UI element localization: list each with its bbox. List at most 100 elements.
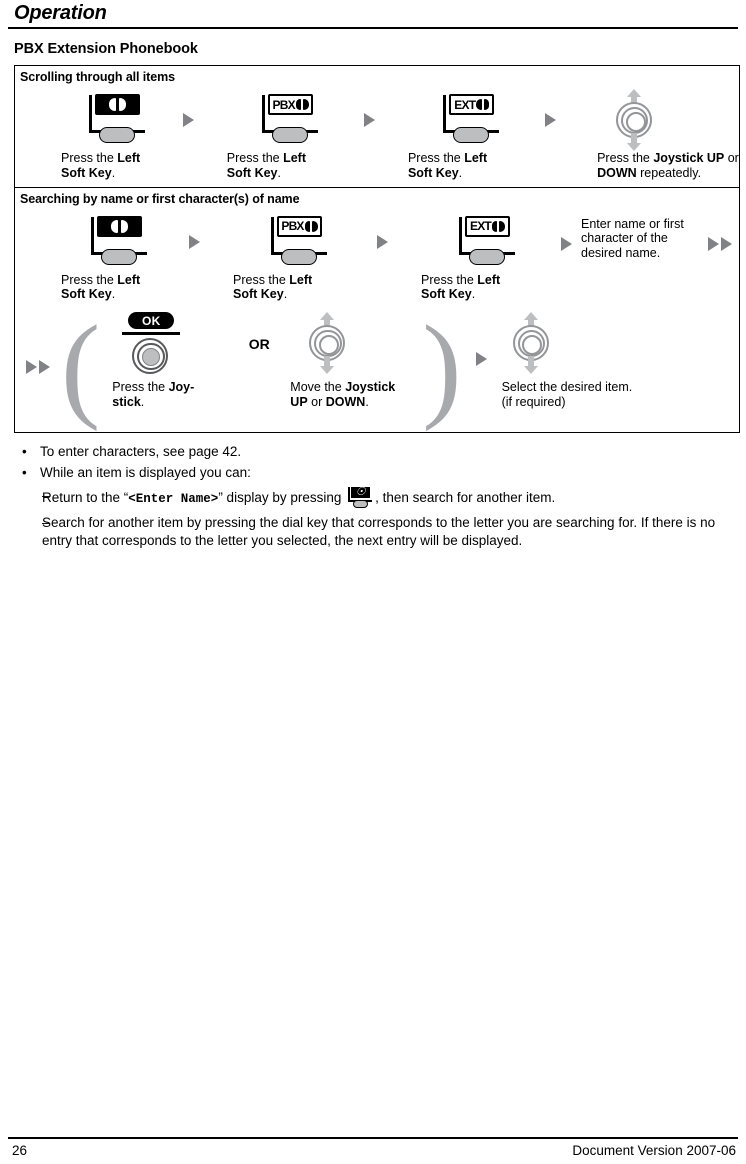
band1-steps-row: Press the Left Soft Key. PBX Press the L… [15,87,739,187]
sub1-mid: ” display by pressing [218,490,346,506]
bullet-text: To enter characters, see page 42. [40,444,242,459]
step-pbx-softkey: PBX Press the Left Soft Key. [207,89,352,181]
band-title-searching: Searching by name or first character(s) … [20,191,300,206]
softkey-screen-label: PBX [272,97,296,112]
step-art [502,312,642,374]
step-caption-select-item: Select the desired item. (if required) [501,380,633,409]
step-art: EXT [421,211,551,273]
step-pbx-softkey: PBX Press the Left Soft Key. [213,211,363,303]
step-caption: Press the Joystick UP or DOWN repeatedly. [597,151,739,180]
paren-open: ( [61,301,101,433]
joystick-up-down-icon[interactable] [607,89,661,151]
sub-bullet-text: Return to the “<Enter Name>” display by … [42,487,738,509]
flow-arrow-3 [551,211,581,273]
pbx-phonebook-softkey-icon: PBX [256,93,322,147]
phonebook-softkey-icon [85,215,151,269]
book-icon [304,220,318,232]
softkey-screen: EXT [465,215,510,237]
procedure-table: Scrolling through all items Press the Le… [14,65,740,433]
book-icon [108,98,126,111]
arrow-right-icon [560,236,572,251]
ext-phonebook-softkey-icon: EXT [453,215,519,269]
page-number: 26 [12,1143,28,1158]
search-softkey-icon[interactable]: ☉ [346,487,374,509]
band2-continued-row: ( OK Press the Joy-stick. OR Move the Jo… [15,306,739,432]
pbx-phonebook-softkey-icon: PBX [265,215,331,269]
step-enter-name: Enter name or first character of the des… [581,211,701,261]
arrow-double-right-icon [708,236,732,251]
step-art: PBX [227,89,352,151]
flow-arrow-continued-in [15,312,61,422]
book-icon [111,219,128,233]
step-caption-enter-name: Enter name or first character of the des… [581,216,684,261]
or-separator: OR [228,312,290,352]
step-art [61,211,175,273]
arrow-double-right-icon [26,360,50,374]
softkey-button[interactable] [101,248,137,265]
sub-bullet-search-dial-key: – Search for another item by pressing th… [14,514,738,550]
footer-row: 26 Document Version 2007-06 [8,1139,738,1158]
flow-arrow-continue [701,211,739,273]
softkey-screen [94,94,140,115]
book-icon [476,99,490,110]
step-caption: Press the Left Soft Key. [407,151,488,180]
joystick-up-down-icon[interactable] [504,312,558,374]
step-select-item: Select the desired item. (if required) [502,312,642,410]
notes-list: • To enter characters, see page 42. • Wh… [14,443,738,550]
softkey-screen: PBX [277,215,322,237]
sub1-before: Return to the “ [42,490,129,506]
softkey-button[interactable] [281,248,317,265]
sub-bullet-return-enter-name: – Return to the “<Enter Name>” display b… [14,487,738,509]
arrow-down-icon [626,133,642,151]
paren-close: ) [422,301,462,433]
step-art: PBX [233,211,363,273]
step-art [290,312,422,374]
bullet-marker: • [22,465,27,481]
step-move-joystick: Move the Joystick UP or DOWN. [290,312,422,410]
book-icon [491,220,505,232]
page-title: PBX Extension Phonebook [14,41,198,57]
book-icon [295,99,309,110]
flow-arrow-2 [351,89,387,151]
flow-arrow-1 [170,89,206,151]
softkey-button[interactable] [469,248,505,265]
step-art [597,89,739,151]
softkey-screen-label: EXT [470,219,492,233]
arrow-down-icon [319,356,335,374]
dash-marker: – [42,515,50,531]
softkey-button[interactable] [272,127,309,143]
flow-arrow-1 [175,211,213,273]
joystick-rings [132,338,169,374]
arrow-right-icon [476,352,488,366]
page-footer: 26 Document Version 2007-06 [8,1137,738,1158]
flow-arrow-final [462,312,502,422]
document-page: Operation PBX Extension Phonebook Scroll… [0,0,746,1164]
bullet-marker: • [22,444,27,459]
document-version: Document Version 2007-06 [572,1143,736,1158]
band-title-scrolling: Scrolling through all items [20,70,175,84]
step-caption: Press the Joy-stick. [112,380,195,409]
sub-bullet-text: Search for another item by pressing the … [42,515,716,549]
joystick-up-down-icon[interactable] [300,312,354,374]
softkey-screen: EXT [449,94,495,115]
softkey-screen: PBX [268,94,314,115]
step-ext-softkey: EXT Press the Left Soft Key. [388,89,533,181]
step-art: OK [112,312,228,374]
bullet-text: While an item is displayed you can: [40,465,251,481]
step-caption: Press the Left Soft Key. [61,151,141,180]
softkey-screen: ☉ [351,486,371,499]
step-joystick-scroll: Press the Joystick UP or DOWN repeatedly. [569,89,739,181]
search-icon: ☉ [355,486,366,499]
step-caption: Press the Left Soft Key. [61,272,141,302]
bullet-enter-characters: • To enter characters, see page 42. [14,443,738,461]
ok-joystick-press-icon[interactable]: OK [114,312,188,374]
header-rule [8,27,738,29]
or-label: OR [248,336,270,352]
softkey-button[interactable] [98,127,135,143]
arrow-right-icon [364,113,376,127]
band2-steps-row: Press the Left Soft Key. PBX Press the L… [15,209,739,307]
arrow-right-icon [545,113,557,127]
softkey-button[interactable] [453,127,490,143]
phonebook-softkey-icon [83,93,149,147]
arrow-right-icon [183,113,195,127]
